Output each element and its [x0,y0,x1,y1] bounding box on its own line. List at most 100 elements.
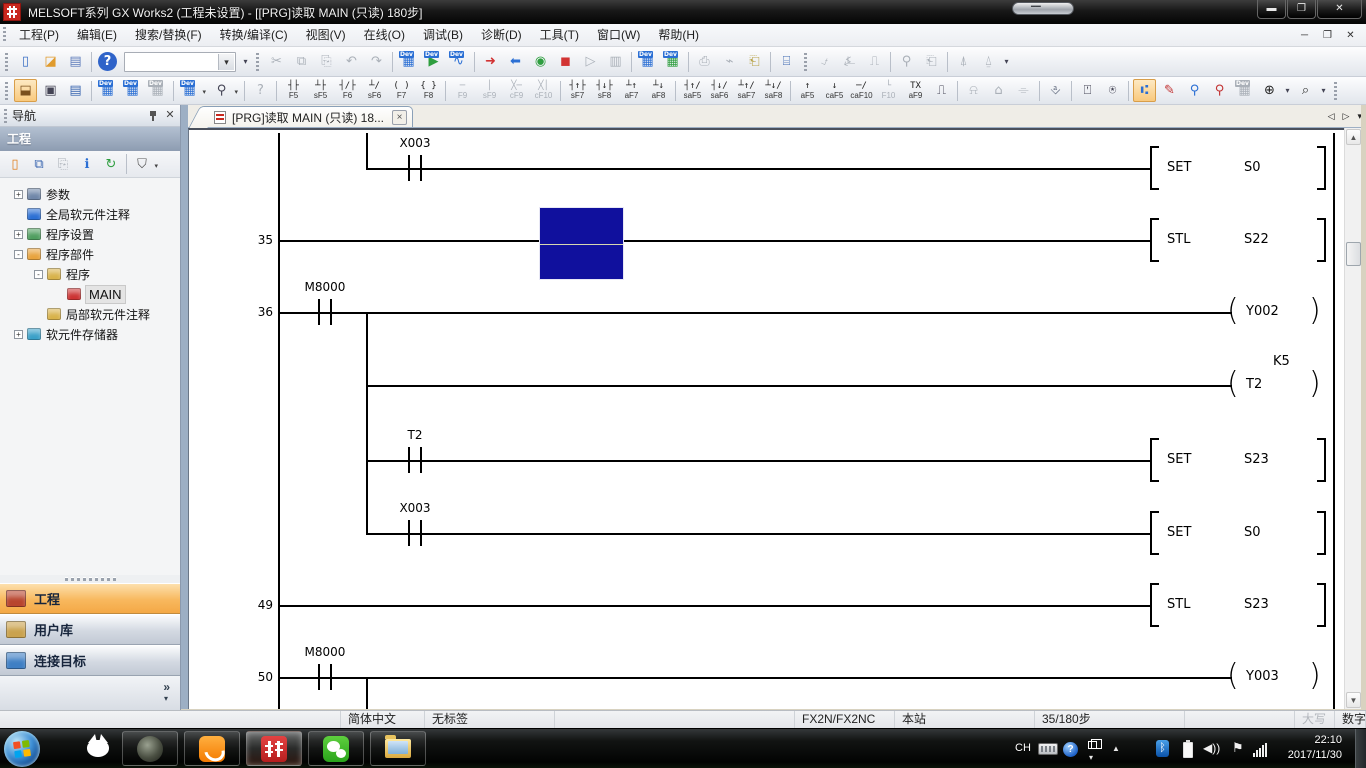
sampling-trace-icon[interactable]: ⍻ [813,50,836,73]
cross-reference-icon[interactable]: ⌕ [1294,79,1317,102]
device-test-icon[interactable]: ∿Dev [447,50,470,73]
panel-splitter[interactable] [181,105,188,710]
ladder-edit-icon[interactable]: ⍾ [962,79,985,102]
ladder-symbol-saF7[interactable]: ┴↑/saF7 [734,78,760,103]
menu-10[interactable]: 帮助(H) [649,25,708,46]
monitor-cond-icon[interactable]: ▥ [604,50,627,73]
device-batch-icon[interactable]: ▦Dev [121,79,144,102]
tree-item-程序[interactable]: -程序 [0,264,180,284]
comment-display-icon[interactable]: ⍞ [1076,79,1099,102]
copy-icon[interactable]: ⧉ [290,50,313,73]
undo-icon[interactable]: ↶ [340,50,363,73]
redo-icon[interactable]: ↷ [365,50,388,73]
nav-button-project[interactable]: 工程 [0,583,180,614]
paste-icon[interactable]: ⎘ [315,50,338,73]
pin-icon[interactable] [146,109,160,123]
read-from-plc-icon[interactable]: ⬅ [504,50,527,73]
graph-up-icon[interactable]: ⍋ [952,50,975,73]
tab-close-icon[interactable]: × [392,110,407,125]
pulse-monitor-icon[interactable]: ⎍ [863,50,886,73]
inline-st-icon[interactable]: ⎍ [930,79,953,102]
realtime-monitor-icon[interactable]: ⍼ [838,50,861,73]
monitor-start-icon[interactable]: ◉ [529,50,552,73]
sort-filter-icon[interactable]: ⛉▾ [131,153,153,175]
remote-op-icon[interactable]: ⌁ [718,50,741,73]
menu-1[interactable]: 编辑(E) [68,25,126,46]
edit-connection-icon[interactable]: ✎ [1158,79,1181,102]
ladder-symbol-F9[interactable]: ─F9 [450,78,476,103]
device-use-list-icon[interactable]: ▦Dev [96,79,119,102]
data-property-icon[interactable]: ℹ [76,153,98,175]
menu-6[interactable]: 调试(B) [414,25,472,46]
trace-find-icon[interactable]: ⚲ [895,50,918,73]
zoom-icon[interactable]: ⊕ [1258,79,1281,102]
non-display-connection-icon[interactable]: ⑆ [1133,79,1156,102]
write-search-icon[interactable]: ⚲ [1208,79,1231,102]
tree-item-MAIN[interactable]: MAIN [0,284,180,304]
ladder-symbol-aF9[interactable]: TXaF9 [903,78,929,103]
ladder-symbol-F10[interactable]: └F10 [876,78,902,103]
ime-caret-icon[interactable]: ▾ [1089,753,1093,762]
tray-expand-icon[interactable]: ▲ [1112,744,1120,753]
ime-help-icon[interactable]: ? [1063,742,1078,757]
device-comment-icon[interactable]: ▦Dev [397,50,420,73]
device-find-icon[interactable]: ⚲▾ [210,79,233,102]
ladder-symbol-saF8[interactable]: ┴↓/saF8 [761,78,787,103]
copy-data-icon[interactable]: ⧉ [28,153,50,175]
start-watch-icon[interactable]: ▦Dev [636,50,659,73]
expand-icon[interactable]: + [14,330,23,339]
taskbar-game[interactable] [122,731,178,766]
taskbar-wechat[interactable] [308,731,364,766]
find-combobox[interactable] [124,52,236,72]
tree-item-局部软元件注释[interactable]: 局部软元件注释 [0,304,180,324]
help-question-icon[interactable]: ? [249,79,272,102]
stop-watch-icon[interactable]: ▦Dev [661,50,684,73]
tab-scroll-left-icon[interactable]: ◁ [1328,111,1335,122]
skip-icon[interactable]: ⎗ [743,50,766,73]
ladder-symbol-caF10[interactable]: ─/caF10 [849,78,875,103]
menu-8[interactable]: 工具(T) [531,25,588,46]
ladder-symbol-sF6[interactable]: ┴/sF6 [362,78,388,103]
scroll-down-icon[interactable]: ▼ [1346,692,1361,708]
menu-4[interactable]: 视图(V) [297,25,355,46]
write-to-plc-icon[interactable]: ➜ [479,50,502,73]
monitor-screen-icon[interactable]: ▶Dev [422,50,445,73]
menu-5[interactable]: 在线(O) [355,25,414,46]
output-window-icon[interactable]: ▤ [64,79,87,102]
ladder-symbol-cF9[interactable]: ╳─cF9 [504,78,530,103]
bluetooth-icon[interactable]: ᛒ [1156,740,1169,757]
toolbar-overflow-icon[interactable]: ▾ [240,51,251,73]
restore-button[interactable]: ❐ [1287,0,1316,19]
mdi-restore-button[interactable]: ❐ [1318,27,1337,44]
statement-display-icon[interactable]: ⍟ [1101,79,1124,102]
verify-icon[interactable]: ⎙ [693,50,716,73]
tree-item-程序部件[interactable]: -程序部件 [0,244,180,264]
ladder-symbol-F7[interactable]: ( )F7 [389,78,415,103]
ladder-symbol-saF6[interactable]: ┤↓/saF6 [707,78,733,103]
function-block-icon[interactable]: ▣ [39,79,62,102]
action-center-flag-icon[interactable]: ⚑ [1232,740,1244,756]
device-ccl-icon[interactable]: ▦Dev [146,79,169,102]
tree-item-参数[interactable]: +参数 [0,184,180,204]
close-button[interactable]: ✕ [1317,0,1362,19]
taskbar-foobar2000[interactable] [70,731,126,766]
toolbar-overflow-icon[interactable]: ▾ [1001,51,1012,73]
menu-7[interactable]: 诊断(D) [472,25,531,46]
ladder-editor-canvas[interactable]: 35364950X003M8000T2X003M8000()Y002()T2K5… [188,128,1344,709]
taskbar-uc-browser[interactable] [184,731,240,766]
vertical-scrollbar[interactable]: ▲ ▼ [1344,128,1361,709]
ladder-symbol-F6[interactable]: ┤/├F6 [335,78,361,103]
navigation-window-icon[interactable]: ⬓ [14,79,37,102]
tab-main-program[interactable]: [PRG]读取 MAIN (只读) 18... × [207,106,413,127]
new-project-icon[interactable]: ▯ [14,50,37,73]
start-button[interactable] [4,731,40,767]
read-search-icon[interactable]: ⚲ [1183,79,1206,102]
keyboard-layout-icon[interactable] [1038,743,1058,755]
mdi-close-button[interactable]: ✕ [1341,27,1360,44]
ladder-symbol-F8[interactable]: { }F8 [416,78,442,103]
watch-window-icon[interactable]: ▦Dev▾ [178,79,201,102]
expand-icon[interactable]: + [14,190,23,199]
menu-9[interactable]: 窗口(W) [588,25,649,46]
view-selector-more[interactable]: » ▾ [0,676,180,710]
ladder-symbol-sF8[interactable]: ┤↓├sF8 [592,78,618,103]
